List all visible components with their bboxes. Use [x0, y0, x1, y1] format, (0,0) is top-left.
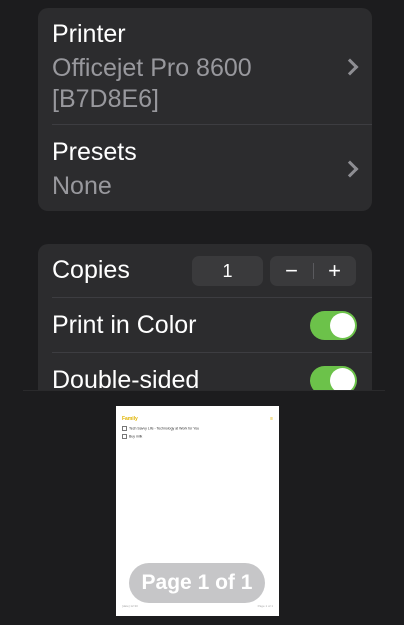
presets-label: Presets [52, 138, 137, 166]
decrement-button[interactable]: − [270, 256, 313, 286]
page-indicator: Page 1 of 1 [129, 563, 265, 603]
printer-id: [B7D8E6] [52, 85, 160, 113]
copies-row: Copies 1 − + [38, 244, 372, 298]
chevron-right-icon [341, 58, 359, 76]
print-in-color-toggle[interactable] [310, 311, 357, 340]
printer-name: Officejet Pro 8600 [52, 54, 252, 82]
doc-footer-left: [date] 12:30 [122, 604, 138, 608]
doc-marker-icon: ≡ [270, 416, 273, 422]
printer-settings-group: Printer Officejet Pro 8600 [B7D8E6] Pres… [38, 8, 372, 211]
print-options-group: Copies 1 − + Print in Color Double-sided [38, 244, 372, 414]
print-in-color-label: Print in Color [52, 311, 197, 339]
printer-row[interactable]: Printer Officejet Pro 8600 [B7D8E6] [38, 8, 372, 124]
presets-row[interactable]: Presets None [38, 125, 372, 211]
increment-button[interactable]: + [313, 256, 356, 286]
copies-label: Copies [52, 256, 130, 284]
presets-value: None [52, 172, 112, 200]
print-in-color-row: Print in Color [38, 298, 372, 352]
doc-footer-right: Page 1 of 1 [257, 604, 273, 608]
printer-label: Printer [52, 20, 126, 48]
doc-title: Family [122, 416, 138, 422]
doc-item: Buy milk [122, 434, 142, 439]
copies-stepper: − + [270, 256, 356, 286]
chevron-right-icon [341, 160, 359, 178]
copies-count[interactable]: 1 [192, 256, 263, 286]
doc-item: Tech Savvy Life - Technology at Work for… [122, 426, 199, 431]
checkbox-icon [122, 426, 127, 431]
toggle-knob [330, 313, 355, 338]
checkbox-icon [122, 434, 127, 439]
